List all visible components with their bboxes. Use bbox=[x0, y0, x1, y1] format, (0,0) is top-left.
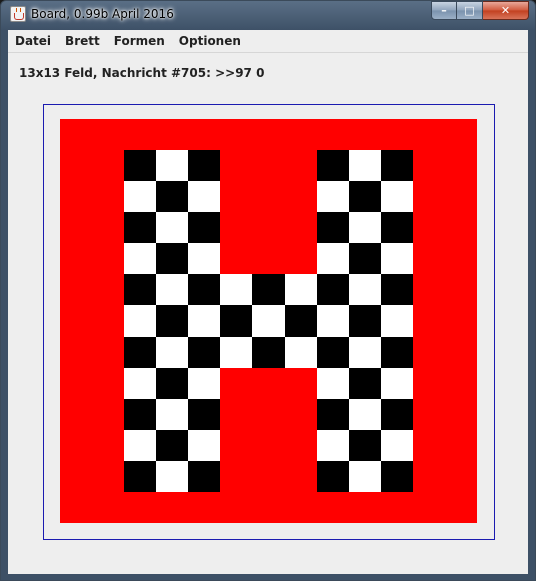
board-cell-black[interactable] bbox=[349, 430, 381, 461]
title-bar[interactable]: Board, 0.99b April 2016 – □ ✕ bbox=[1, 1, 535, 29]
board-cell-white[interactable] bbox=[156, 399, 188, 430]
board-cell-black[interactable] bbox=[156, 368, 188, 399]
board-cell-black[interactable] bbox=[156, 181, 188, 212]
menu-brett[interactable]: Brett bbox=[58, 30, 107, 52]
board-cell-white[interactable] bbox=[156, 274, 188, 305]
board-cell-black[interactable] bbox=[156, 305, 188, 337]
board-cell-black[interactable] bbox=[252, 274, 285, 305]
board-cell-white[interactable] bbox=[317, 368, 349, 399]
board-cell-white[interactable] bbox=[349, 212, 381, 243]
board-cell-white[interactable] bbox=[381, 430, 413, 461]
board-cell-white[interactable] bbox=[188, 368, 220, 399]
board-cell-white[interactable] bbox=[285, 274, 317, 305]
board-cell-white[interactable] bbox=[349, 150, 381, 181]
board-cell-black[interactable] bbox=[381, 150, 413, 181]
board-cell-black[interactable] bbox=[381, 399, 413, 430]
board-cell-white[interactable] bbox=[349, 274, 381, 305]
board-cell-white[interactable] bbox=[381, 181, 413, 212]
menu-formen[interactable]: Formen bbox=[107, 30, 172, 52]
board-cell-black[interactable] bbox=[381, 337, 413, 368]
board-cell-white[interactable] bbox=[220, 337, 252, 368]
board-cell-black[interactable] bbox=[124, 337, 156, 368]
menu-optionen[interactable]: Optionen bbox=[172, 30, 248, 52]
board-cell-black[interactable] bbox=[188, 150, 220, 181]
board-cell-white[interactable] bbox=[156, 150, 188, 181]
board-cell-white[interactable] bbox=[381, 368, 413, 399]
board-cell-black[interactable] bbox=[188, 337, 220, 368]
maximize-icon: □ bbox=[464, 4, 475, 17]
board-cell-white[interactable] bbox=[349, 461, 381, 492]
board-cell-white[interactable] bbox=[124, 368, 156, 399]
board-cell-white[interactable] bbox=[124, 430, 156, 461]
board-cell-black[interactable] bbox=[252, 337, 285, 368]
board-cell-black[interactable] bbox=[317, 337, 349, 368]
maximize-button[interactable]: □ bbox=[457, 1, 483, 20]
status-message: 13x13 Feld, Nachricht #705: >>97 0 bbox=[19, 66, 265, 80]
board-cell-black[interactable] bbox=[124, 212, 156, 243]
board-cell-white[interactable] bbox=[124, 305, 156, 337]
board-cell-white[interactable] bbox=[317, 181, 349, 212]
board-cell-black[interactable] bbox=[188, 399, 220, 430]
board-cell-black[interactable] bbox=[317, 399, 349, 430]
board-cell-black[interactable] bbox=[381, 461, 413, 492]
board-cell-black[interactable] bbox=[349, 181, 381, 212]
game-board[interactable] bbox=[60, 119, 477, 523]
board-cell-white[interactable] bbox=[381, 305, 413, 337]
board-cell-black[interactable] bbox=[124, 274, 156, 305]
board-cell-black[interactable] bbox=[188, 274, 220, 305]
board-cell-black[interactable] bbox=[317, 212, 349, 243]
board-cell-black[interactable] bbox=[317, 274, 349, 305]
board-cell-white[interactable] bbox=[349, 399, 381, 430]
board-cell-white[interactable] bbox=[220, 274, 252, 305]
board-cell-black[interactable] bbox=[124, 399, 156, 430]
board-cell-white[interactable] bbox=[285, 337, 317, 368]
java-cup-icon[interactable] bbox=[10, 6, 26, 22]
board-cell-white[interactable] bbox=[156, 337, 188, 368]
close-icon: ✕ bbox=[500, 4, 511, 17]
close-button[interactable]: ✕ bbox=[483, 1, 529, 20]
board-cell-black[interactable] bbox=[381, 212, 413, 243]
app-window: Board, 0.99b April 2016 – □ ✕ Datei Bret… bbox=[0, 0, 536, 581]
board-cell-white[interactable] bbox=[317, 243, 349, 274]
board-cell-black[interactable] bbox=[124, 461, 156, 492]
board-cell-white[interactable] bbox=[317, 305, 349, 337]
board-cell-black[interactable] bbox=[285, 305, 317, 337]
board-cell-white[interactable] bbox=[317, 430, 349, 461]
minimize-icon: – bbox=[441, 4, 447, 17]
board-cell-white[interactable] bbox=[156, 461, 188, 492]
board-cell-white[interactable] bbox=[124, 181, 156, 212]
board-cell-black[interactable] bbox=[156, 430, 188, 461]
window-title: Board, 0.99b April 2016 bbox=[31, 7, 174, 21]
board-cell-white[interactable] bbox=[252, 305, 285, 337]
board-cell-white[interactable] bbox=[349, 337, 381, 368]
board-cell-black[interactable] bbox=[381, 274, 413, 305]
board-cell-white[interactable] bbox=[188, 430, 220, 461]
board-cell-black[interactable] bbox=[188, 212, 220, 243]
client-area: Datei Brett Formen Optionen 13x13 Feld, … bbox=[8, 30, 528, 574]
board-cell-black[interactable] bbox=[317, 461, 349, 492]
board-cell-white[interactable] bbox=[124, 243, 156, 274]
board-cell-black[interactable] bbox=[349, 368, 381, 399]
menu-bar: Datei Brett Formen Optionen bbox=[8, 30, 528, 53]
board-cell-white[interactable] bbox=[188, 243, 220, 274]
board-cell-black[interactable] bbox=[124, 150, 156, 181]
board-cell-black[interactable] bbox=[220, 305, 252, 337]
menu-datei[interactable]: Datei bbox=[8, 30, 58, 52]
board-cell-black[interactable] bbox=[317, 150, 349, 181]
board-cell-black[interactable] bbox=[349, 243, 381, 274]
board-cell-white[interactable] bbox=[188, 181, 220, 212]
caption-buttons: – □ ✕ bbox=[431, 1, 529, 21]
board-cell-black[interactable] bbox=[188, 461, 220, 492]
board-cell-black[interactable] bbox=[156, 243, 188, 274]
board-cell-white[interactable] bbox=[381, 243, 413, 274]
minimize-button[interactable]: – bbox=[431, 1, 457, 20]
board-cell-black[interactable] bbox=[349, 305, 381, 337]
board-cell-white[interactable] bbox=[188, 305, 220, 337]
board-cell-white[interactable] bbox=[156, 212, 188, 243]
